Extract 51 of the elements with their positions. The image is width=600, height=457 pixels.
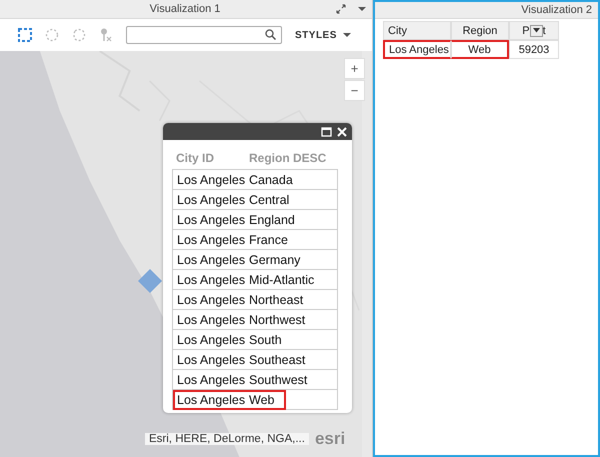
table-cell-text: Los Angeles — [176, 192, 246, 209]
table-cell-text: Northeast — [249, 292, 304, 308]
expand-icon[interactable] — [336, 4, 346, 14]
close-icon[interactable] — [337, 126, 347, 136]
column-header: Region DESC — [249, 151, 326, 167]
logo: esri — [314, 429, 346, 449]
column-header: City ID — [176, 151, 216, 167]
zoom-in-button[interactable]: + — [344, 58, 365, 79]
table-cell: Web — [451, 40, 509, 59]
caret-icon[interactable] — [358, 6, 366, 12]
column-header-text: t — [542, 24, 546, 36]
table-cell-text: South — [249, 332, 283, 348]
column-menu-button[interactable] — [530, 24, 543, 36]
table-cell-text: Los Angeles — [176, 212, 246, 229]
table-cell-text: Los Angeles — [176, 312, 246, 329]
panel-title: Visualization 1 — [148, 3, 220, 15]
maximize-icon[interactable] — [321, 126, 332, 136]
table-cell-text: Los Angeles — [176, 292, 246, 309]
panel-title: Visualization 2 — [521, 4, 592, 16]
column-header[interactable]: Region — [451, 21, 509, 40]
styles-dropdown[interactable]: STYLES — [295, 30, 351, 40]
table-cell: Los Angeles — [383, 40, 451, 59]
table-cell-text: Los Angeles — [176, 272, 246, 289]
map-marker-icon[interactable] — [137, 268, 163, 294]
search-icon — [265, 29, 276, 40]
rectangle-select-icon[interactable] — [18, 28, 32, 42]
caret-icon — [532, 28, 540, 33]
table-cell-text: Southeast — [249, 352, 306, 368]
table-cell: Los Angeles — [173, 390, 249, 410]
caret-icon — [342, 32, 351, 38]
table-cell-text: France — [249, 232, 289, 248]
table-cell-text: Los Angeles — [176, 252, 246, 269]
table-cell: Web — [249, 390, 286, 410]
column-header-text: P — [522, 24, 530, 36]
table-cell-text: Canada — [249, 172, 294, 188]
table-cell-text: Germany — [249, 252, 302, 269]
map-attribution: Esri, HERE, DeLorme, NGA,... — [145, 433, 309, 445]
table-cell-text: Los Angeles — [176, 352, 246, 369]
table-cell-text: Southwest — [249, 372, 308, 388]
zoom-out-button[interactable]: − — [344, 80, 365, 101]
table-cell-text: Central — [249, 192, 290, 208]
table-cell-text: Los Angeles — [176, 172, 246, 189]
table-cell: 59203 — [509, 40, 559, 59]
search-field[interactable] — [126, 26, 282, 44]
table-cell-text: England — [249, 212, 296, 229]
table-cell-text: Los Angeles — [176, 332, 246, 349]
table-cell-text: Los Angeles — [176, 372, 246, 389]
column-header[interactable]: City — [383, 21, 451, 40]
table-cell-text: Los Angeles — [176, 232, 246, 249]
table-cell-text: Mid-Atlantic — [249, 272, 316, 288]
table-cell-text: Northwest — [249, 312, 306, 328]
